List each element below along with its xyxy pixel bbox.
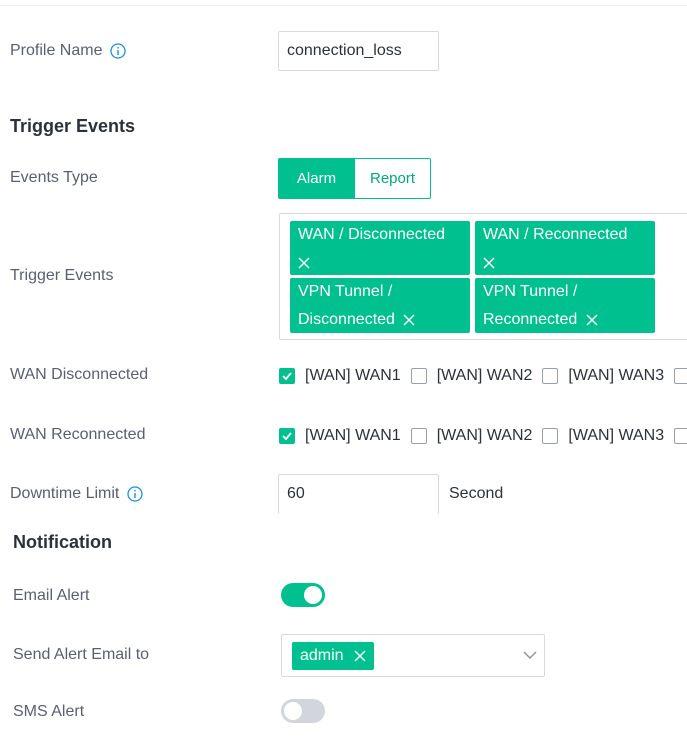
sms-alert-toggle[interactable] <box>281 699 325 723</box>
close-icon[interactable] <box>403 314 415 326</box>
email-alert-label: Email Alert <box>13 587 90 604</box>
downtime-limit-label: Downtime Limit <box>10 484 144 504</box>
wan-reconnected-label: WAN Reconnected <box>10 426 146 443</box>
toggle-knob <box>304 586 322 604</box>
wan3-label: [WAN] WAN3 <box>568 367 665 384</box>
email-alert-toggle[interactable] <box>281 583 325 607</box>
events-type-label: Events Type <box>10 169 98 186</box>
wan-reconnected-checkbox-group: [WAN] WAN1 [WAN] WAN2 [WAN] WAN3 <box>279 426 687 446</box>
notification-section-title: Notification <box>13 532 112 552</box>
wan-next-checkbox[interactable] <box>674 428 687 444</box>
wan2-checkbox[interactable] <box>410 428 427 444</box>
wan-disconnected-label: WAN Disconnected <box>10 366 149 383</box>
close-icon[interactable] <box>354 650 366 662</box>
events-type-report-button[interactable]: Report <box>354 158 431 199</box>
top-divider <box>0 5 687 6</box>
profile-name-label: Profile Name <box>10 41 127 61</box>
send-alert-email-to-label: Send Alert Email to <box>13 646 150 663</box>
close-icon[interactable] <box>298 257 310 269</box>
tag-wan-disconnected: WAN / Disconnected <box>290 221 470 275</box>
toggle-knob <box>284 702 302 720</box>
wan3-label: [WAN] WAN3 <box>568 427 665 444</box>
events-type-alarm-button[interactable]: Alarm <box>278 158 355 199</box>
info-icon[interactable] <box>127 486 144 502</box>
trigger-events-label: Trigger Events <box>10 267 114 284</box>
downtime-limit-input[interactable]: 60 <box>278 474 439 514</box>
tag-wan-reconnected: WAN / Reconnected <box>475 221 655 275</box>
wan2-checkbox[interactable] <box>410 368 427 384</box>
info-icon[interactable] <box>110 43 127 59</box>
tag-vpn-tunnel-reconnected: VPN Tunnel / Reconnected <box>475 278 655 333</box>
wan-disconnected-checkbox-group: [WAN] WAN1 [WAN] WAN2 [WAN] WAN3 <box>279 366 687 386</box>
close-icon[interactable] <box>586 314 598 326</box>
close-icon[interactable] <box>483 257 495 269</box>
chevron-down-icon[interactable] <box>523 650 537 660</box>
wan1-label: [WAN] WAN1 <box>305 367 401 384</box>
wan-next-checkbox[interactable] <box>674 368 687 384</box>
wan2-label: [WAN] WAN2 <box>436 427 533 444</box>
wan1-checkbox[interactable] <box>279 428 295 444</box>
wan2-label: [WAN] WAN2 <box>436 367 533 384</box>
tag-admin: admin <box>292 642 375 670</box>
trigger-events-select[interactable]: WAN / Disconnected WAN / Reconnected VPN… <box>279 213 687 340</box>
check-icon <box>282 372 292 381</box>
profile-name-input[interactable]: connection_loss <box>278 31 439 71</box>
wan3-checkbox[interactable] <box>542 368 559 384</box>
trigger-events-section-title: Trigger Events <box>10 116 136 136</box>
check-icon <box>282 432 292 441</box>
downtime-limit-unit: Second <box>449 485 504 502</box>
wan3-checkbox[interactable] <box>542 428 559 444</box>
tag-vpn-tunnel-disconnected: VPN Tunnel / Disconnected <box>290 278 470 333</box>
wan1-checkbox[interactable] <box>279 368 295 384</box>
wan1-label: [WAN] WAN1 <box>305 427 401 444</box>
sms-alert-label: SMS Alert <box>13 703 85 720</box>
send-alert-email-select[interactable]: admin <box>281 634 545 677</box>
